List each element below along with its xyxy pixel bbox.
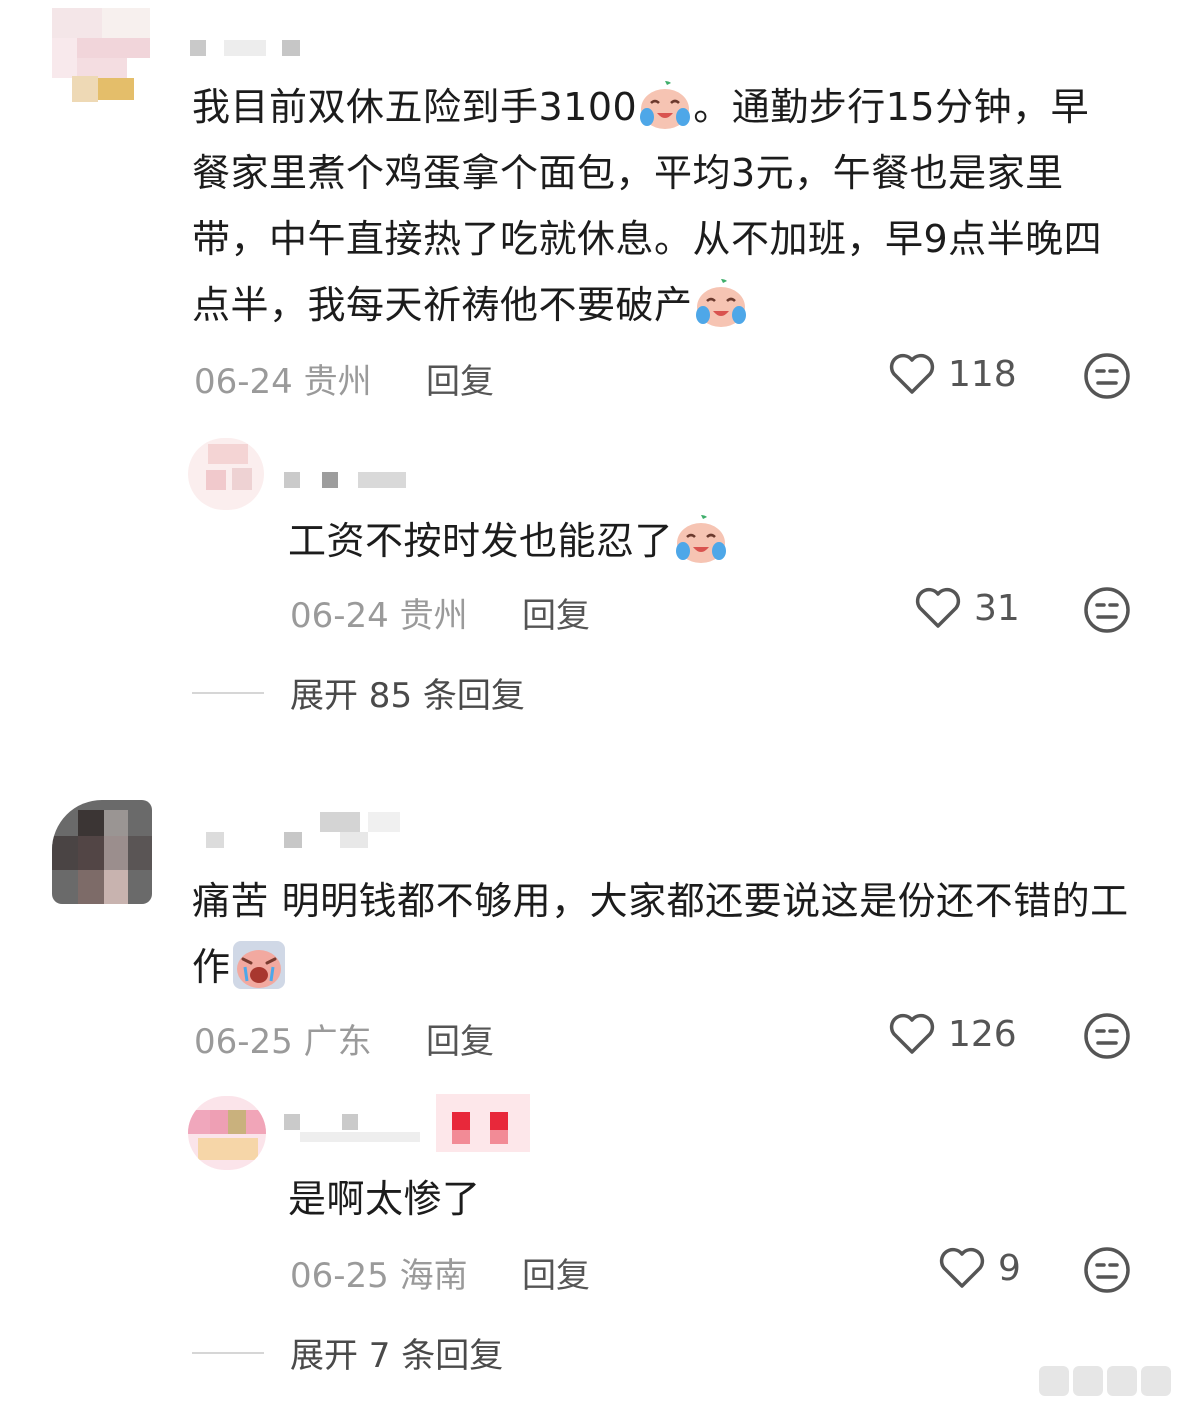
reply-text: 是啊太惨了 — [288, 1166, 1108, 1232]
reply-date: 06-24 — [290, 596, 389, 636]
username[interactable] — [190, 38, 310, 58]
like-count: 9 — [998, 1247, 1021, 1289]
comment-location: 广东 — [303, 1022, 372, 1062]
expand-replies-label: 展开 7 条回复 — [290, 1336, 504, 1376]
dislike-icon[interactable] — [1083, 1012, 1131, 1060]
comment-text: 痛苦 明明钱都不够用，大家都还要说这是份还不错的工作 — [192, 868, 1142, 1000]
dislike-icon[interactable] — [1083, 1246, 1131, 1294]
comment-text: 我目前双休五险到手3100 。通勤步行15分钟，早餐家里煮个鸡蛋拿个面包，平均3元… — [192, 74, 1122, 338]
crying-laugh-emoji — [676, 514, 727, 563]
comment-text-content: 痛苦 明明钱都不够用，大家都还要说这是份还不错的工作 — [192, 879, 1129, 989]
dislike-icon[interactable] — [1083, 352, 1131, 400]
reply-meta: 06-24 贵州 — [290, 588, 468, 637]
avatar[interactable] — [188, 438, 264, 510]
crying-laugh-emoji — [695, 278, 746, 327]
watermark — [1039, 1366, 1171, 1396]
reply-location: 贵州 — [399, 596, 468, 636]
heart-icon — [889, 353, 935, 394]
username[interactable] — [284, 470, 414, 490]
like-button[interactable]: 126 — [888, 1012, 1017, 1056]
reply-text-content: 是啊太惨了 — [288, 1177, 481, 1221]
avatar[interactable] — [188, 1096, 266, 1170]
expand-divider — [192, 691, 264, 694]
username[interactable] — [206, 812, 402, 852]
heart-icon — [889, 1013, 935, 1054]
heart-icon — [915, 587, 961, 628]
like-count: 118 — [948, 353, 1017, 395]
reply-button[interactable]: 回复 — [426, 354, 494, 403]
reply-text-content: 工资不按时发也能忍了 — [288, 519, 674, 563]
dislike-icon[interactable] — [1083, 586, 1131, 634]
avatar[interactable] — [52, 800, 152, 904]
heart-icon — [939, 1247, 985, 1288]
comment-location: 贵州 — [303, 362, 372, 402]
like-button[interactable]: 118 — [888, 352, 1017, 396]
like-button[interactable]: 9 — [938, 1246, 1021, 1290]
avatar[interactable] — [52, 8, 150, 108]
reply-meta: 06-25 海南 — [290, 1248, 468, 1297]
reply-button[interactable]: 回复 — [522, 1248, 590, 1297]
comment-meta: 06-25 广东 — [194, 1014, 372, 1063]
reply-button[interactable]: 回复 — [522, 588, 590, 637]
reply-button[interactable]: 回复 — [426, 1014, 494, 1063]
crying-laugh-emoji — [640, 80, 691, 129]
reply-date: 06-25 — [290, 1256, 389, 1296]
like-button[interactable]: 31 — [914, 586, 1020, 630]
expand-divider — [192, 1351, 264, 1354]
comment-date: 06-24 — [194, 362, 293, 402]
username[interactable] — [284, 1094, 534, 1154]
like-count: 126 — [948, 1013, 1017, 1055]
expand-replies-button[interactable]: 展开 7 条回复 — [192, 1328, 503, 1377]
reply-text: 工资不按时发也能忍了 — [288, 508, 1108, 574]
reply-location: 海南 — [399, 1256, 468, 1296]
like-count: 31 — [974, 587, 1020, 629]
comment-text-part: 我目前双休五险到手3100 — [192, 85, 638, 129]
wailing-emoji — [232, 940, 285, 989]
comment-date: 06-25 — [194, 1022, 293, 1062]
comment-meta: 06-24 贵州 — [194, 354, 372, 403]
expand-replies-button[interactable]: 展开 85 条回复 — [192, 668, 525, 717]
expand-replies-label: 展开 85 条回复 — [290, 676, 525, 716]
